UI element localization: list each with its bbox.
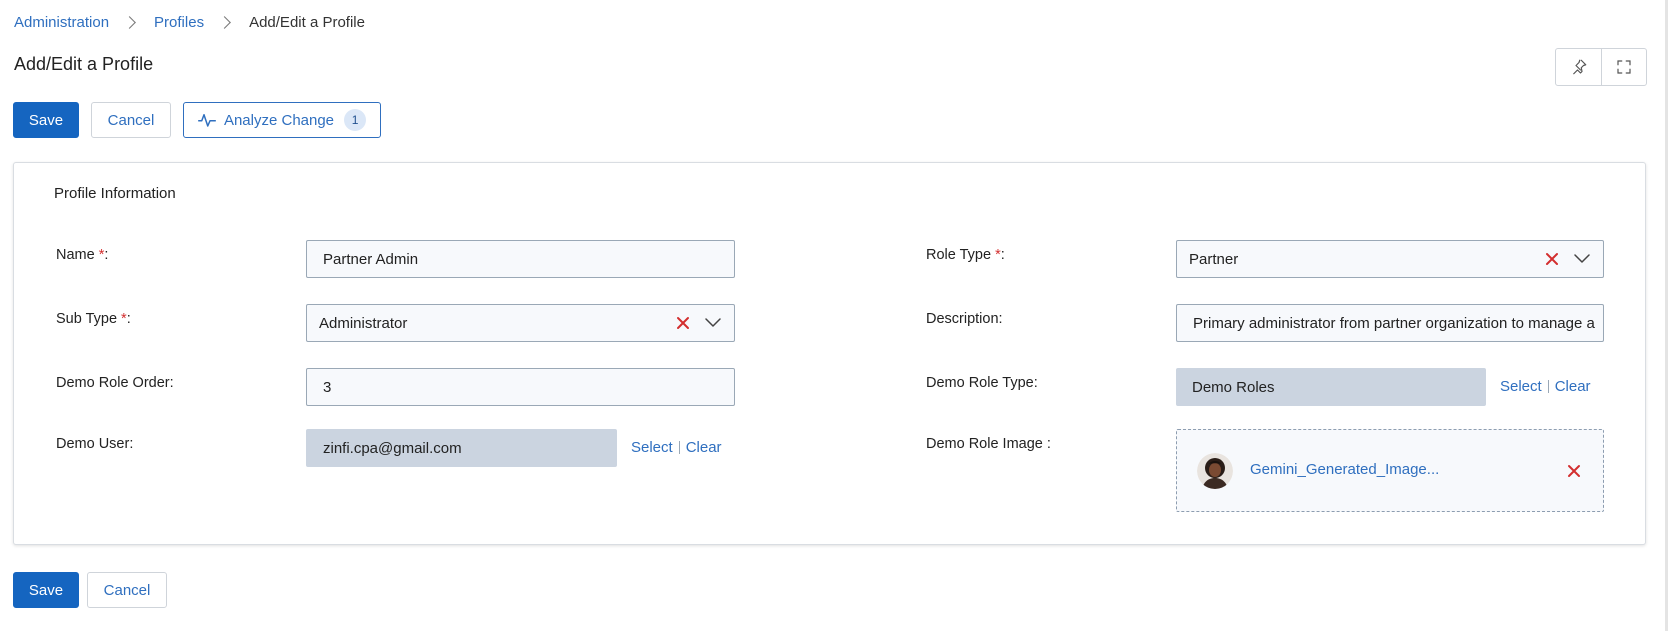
role-type-select[interactable]: Partner: [1176, 240, 1604, 278]
demo-user-field: zinfi.cpa@gmail.com: [306, 429, 617, 467]
demo-user-clear-link[interactable]: Clear: [686, 439, 722, 456]
sub-type-select[interactable]: Administrator: [306, 304, 735, 342]
demo-role-type-actions: Select Clear: [1500, 378, 1591, 395]
demo-user-select-link[interactable]: Select: [631, 439, 673, 456]
sub-type-value: Administrator: [319, 314, 408, 332]
avatar: [1197, 453, 1233, 489]
demo-role-type-select-link[interactable]: Select: [1500, 378, 1542, 395]
activity-icon: [197, 114, 216, 127]
chevron-down-icon[interactable]: [1571, 248, 1593, 270]
divider: [678, 441, 680, 454]
breadcrumb-current: Add/Edit a Profile: [249, 14, 365, 31]
demo-user-value: zinfi.cpa@gmail.com: [323, 439, 462, 457]
demo-role-type-field: Demo Roles: [1176, 368, 1486, 406]
demo-role-type-label: Demo Role Type:: [926, 375, 1038, 391]
view-tools: [1555, 48, 1647, 86]
name-field[interactable]: Partner Admin: [306, 240, 735, 278]
role-type-value: Partner: [1189, 250, 1239, 268]
pin-button[interactable]: [1556, 49, 1601, 85]
chevron-down-icon[interactable]: [702, 312, 724, 334]
demo-role-image-label: Demo Role Image :: [926, 436, 1051, 452]
role-type-clear-icon[interactable]: [1541, 248, 1563, 270]
breadcrumb: Administration Profiles Add/Edit a Profi…: [14, 14, 365, 31]
description-label: Description:: [926, 311, 1003, 327]
footer-save-button[interactable]: Save: [13, 572, 79, 608]
name-value: Partner Admin: [323, 250, 419, 268]
fullscreen-icon: [1617, 60, 1631, 74]
chevron-right-icon: [123, 16, 136, 29]
chevron-right-icon: [218, 16, 231, 29]
sub-type-clear-icon[interactable]: [672, 312, 694, 334]
demo-user-actions: Select Clear: [631, 439, 722, 456]
breadcrumb-profiles[interactable]: Profiles: [154, 14, 204, 31]
cancel-button[interactable]: Cancel: [91, 102, 171, 138]
demo-role-image-file-link[interactable]: Gemini_Generated_Image...: [1250, 461, 1439, 478]
analyze-change-label: Analyze Change: [223, 111, 335, 129]
analyze-change-count-badge: 1: [344, 109, 367, 131]
remove-image-icon[interactable]: [1563, 460, 1585, 482]
pin-icon: [1572, 59, 1586, 75]
role-type-label: Role Type *:: [926, 247, 1005, 263]
divider: [1547, 380, 1549, 393]
demo-role-type-clear-link[interactable]: Clear: [1555, 378, 1591, 395]
description-field[interactable]: Primary administrator from partner organ…: [1176, 304, 1604, 342]
demo-role-order-value: 3: [323, 378, 332, 396]
save-button[interactable]: Save: [13, 102, 79, 138]
profile-information-panel: Profile Information Name *: Partner Admi…: [13, 162, 1646, 545]
fullscreen-button[interactable]: [1601, 49, 1646, 85]
footer-cancel-button[interactable]: Cancel: [87, 572, 167, 608]
page-title: Add/Edit a Profile: [14, 54, 154, 74]
demo-role-image-upload[interactable]: Gemini_Generated_Image...: [1176, 429, 1604, 512]
name-label: Name *:: [56, 247, 109, 263]
description-value: Primary administrator from partner organ…: [1193, 314, 1595, 332]
analyze-change-button[interactable]: Analyze Change 1: [183, 102, 381, 138]
section-title: Profile Information: [54, 185, 176, 202]
breadcrumb-administration[interactable]: Administration: [14, 14, 109, 31]
demo-role-order-label: Demo Role Order:: [56, 375, 174, 391]
sub-type-label: Sub Type *:: [56, 311, 131, 327]
demo-role-order-field[interactable]: 3: [306, 368, 735, 406]
demo-role-type-value: Demo Roles: [1192, 378, 1275, 396]
demo-user-label: Demo User:: [56, 436, 134, 452]
